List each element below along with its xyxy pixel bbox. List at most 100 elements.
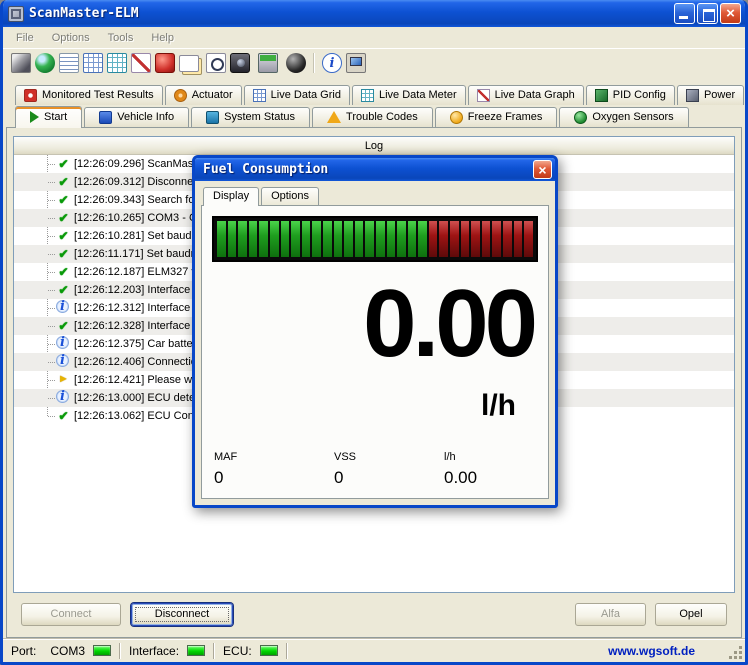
tab-vehicle-info[interactable]: Vehicle Info [84, 107, 190, 127]
vehicle-icon [99, 110, 113, 124]
gauge-segment-green [418, 221, 427, 257]
check-icon: ✔ [58, 246, 69, 261]
dialog-title-bar[interactable]: Fuel Consumption × [195, 158, 555, 181]
disconnect-button[interactable]: Disconnect [131, 602, 233, 626]
website-link[interactable]: www.wgsoft.de [608, 644, 695, 658]
record-icon[interactable] [286, 53, 306, 73]
tab-live-data-meter[interactable]: Live Data Meter [351, 85, 466, 105]
check-icon: ✔ [58, 408, 69, 423]
gauge-segment-red [524, 221, 533, 257]
log-entry-text: [12:26:12.406] Connectio [74, 356, 197, 368]
start-icon [30, 111, 39, 123]
log-entry-text: [12:26:10.265] COM3 - C [74, 212, 197, 224]
menu-tools[interactable]: Tools [99, 29, 143, 47]
info-icon: i [56, 300, 69, 313]
gauge-segment-green [386, 221, 396, 257]
ecu-led [259, 645, 278, 656]
gauge-segment-red [471, 221, 480, 257]
tab-row-top: Monitored Test Results Actuator Live Data … [3, 83, 745, 105]
gauge-segment-green [354, 221, 364, 257]
check-icon: ✔ [58, 282, 69, 297]
data-graph-icon[interactable] [131, 53, 151, 73]
check-icon: ✔ [58, 156, 69, 171]
tab-label: System Status [224, 111, 296, 123]
gauge-segment-red [481, 221, 491, 257]
stat-maf: MAF 0 [214, 451, 334, 488]
gauge-segment-green [344, 221, 353, 257]
exit-icon[interactable] [346, 53, 366, 73]
system-icon [206, 110, 220, 124]
resize-grip[interactable] [729, 646, 743, 660]
tab-power[interactable]: Power [676, 85, 745, 105]
menu-options[interactable]: Options [43, 29, 99, 47]
camera-icon[interactable] [230, 53, 250, 73]
tab-live-data-graph[interactable]: Live Data Graph [467, 85, 584, 105]
tab-label: Actuator [191, 89, 233, 101]
tab-live-data-grid[interactable]: Live Data Grid [243, 85, 350, 105]
data-grid-icon[interactable] [83, 53, 103, 73]
minimize-button[interactable] [674, 3, 695, 24]
oxygen-icon [574, 110, 588, 124]
log-column-header: Log [14, 137, 734, 155]
graph-icon [476, 88, 490, 102]
log-entry-text: [12:26:09.343] Search for [74, 194, 199, 206]
dialog-close-button[interactable]: × [533, 160, 552, 179]
search-doc-icon[interactable] [206, 53, 226, 73]
chip-icon [685, 88, 699, 102]
battery-icon[interactable] [258, 53, 278, 73]
gauge-segment-green [407, 221, 417, 257]
alfa-button[interactable]: Alfa [575, 602, 646, 626]
gauge-segment-green [291, 221, 300, 257]
port-led [93, 645, 112, 656]
brand-buttons: Alfa Opel [575, 602, 727, 626]
tab-freeze-frames[interactable]: Freeze Frames [434, 107, 558, 127]
close-button[interactable]: × [720, 3, 741, 24]
tab-system-status[interactable]: System Status [191, 107, 311, 127]
dialog-tab-options[interactable]: Options [261, 187, 319, 205]
tab-trouble-codes[interactable]: Trouble Codes [312, 107, 433, 127]
opel-button[interactable]: Opel [655, 602, 727, 626]
tab-label: Oxygen Sensors [592, 111, 674, 123]
log-entry-text: [12:26:12.421] Please wa [74, 374, 199, 386]
globe-icon[interactable] [35, 53, 55, 73]
statusbar-separator [119, 642, 122, 659]
window-title: ScanMaster-ELM [29, 6, 139, 21]
log-entry-text: [12:26:12.203] Interface [74, 284, 191, 296]
check-icon: ✔ [58, 318, 69, 333]
menu-help[interactable]: Help [142, 29, 183, 47]
interface-led [187, 645, 206, 656]
gear-icon [173, 88, 187, 102]
interface-label: Interface: [129, 643, 180, 658]
dtc-icon[interactable] [155, 53, 175, 73]
log-entry-text: [12:26:13.062] ECU Conn [74, 410, 200, 422]
gauge-segment-green [301, 221, 311, 257]
fuel-value: 0.00 [363, 270, 538, 377]
gauge-segment-green [269, 221, 279, 257]
app-icon[interactable] [8, 5, 24, 22]
check-icon: ✔ [58, 264, 69, 279]
tab-actuator[interactable]: Actuator [164, 85, 242, 105]
tab-oxygen-sensors[interactable]: Oxygen Sensors [559, 107, 689, 127]
dialog-tab-display[interactable]: Display [203, 187, 260, 206]
footer-button-row: Connect Disconnect Alfa Opel [13, 599, 735, 629]
info-icon: i [56, 354, 69, 367]
maximize-button[interactable] [697, 3, 718, 24]
log-entry-text: [12:26:09.296] ScanMaste [74, 158, 203, 170]
tab-pid-config[interactable]: PID Config [585, 85, 675, 105]
info-icon[interactable] [322, 53, 342, 73]
stat-vss: VSS 0 [334, 451, 444, 488]
tab-monitored-test-results[interactable]: Monitored Test Results [15, 85, 163, 105]
dialog-title: Fuel Consumption [203, 162, 329, 177]
log-doc-icon[interactable] [59, 53, 79, 73]
gauge-segment-red [503, 221, 512, 257]
connect-icon[interactable] [11, 53, 31, 73]
tab-start[interactable]: Start [15, 106, 83, 128]
menu-file[interactable]: File [7, 29, 43, 47]
gauge-segment-green [365, 221, 374, 257]
data-meter-icon[interactable] [107, 53, 127, 73]
copy-icon[interactable] [179, 54, 199, 72]
dialog-stats: MAF 0 VSS 0 l/h 0.00 [212, 451, 538, 488]
log-entry-text: [12:26:12.328] Interface [74, 320, 191, 332]
connect-button[interactable]: Connect [21, 602, 121, 626]
title-bar[interactable]: ScanMaster-ELM × [3, 0, 745, 27]
